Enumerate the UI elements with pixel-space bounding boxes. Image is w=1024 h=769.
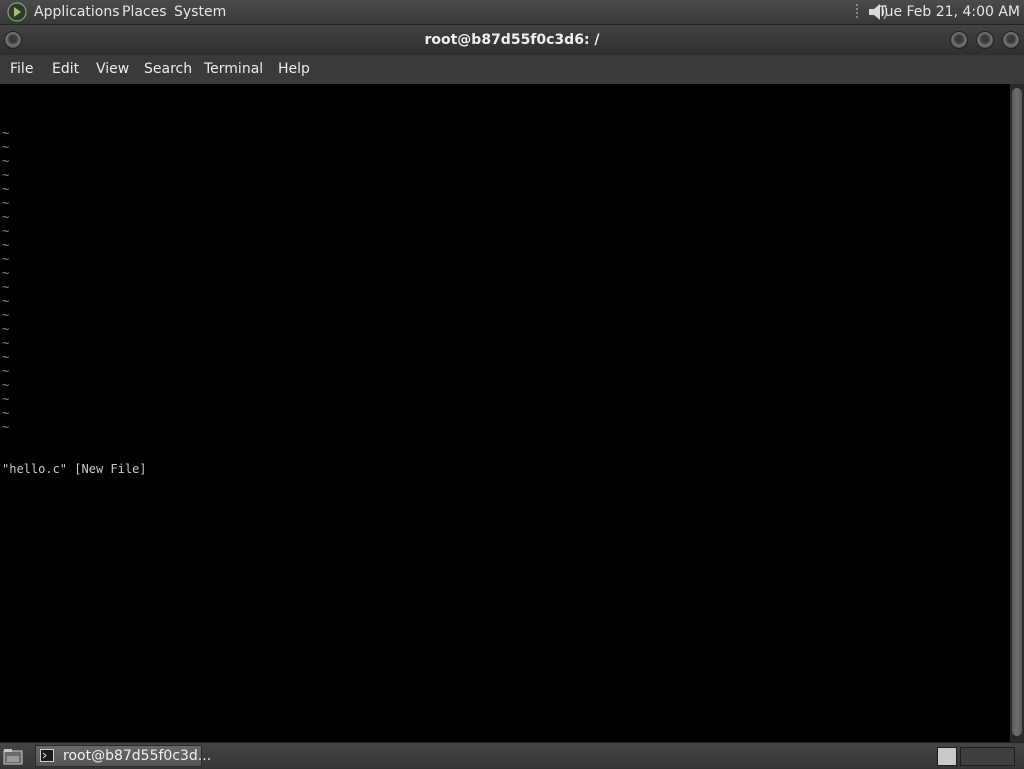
terminal-scrollbar[interactable] [1010, 84, 1024, 742]
empty-line-tilde: ~ [2, 378, 10, 392]
empty-line-tilde: ~ [2, 322, 10, 336]
empty-line-tilde: ~ [2, 140, 10, 154]
empty-line-tilde: ~ [2, 280, 10, 294]
empty-line-tilde: ~ [2, 406, 10, 420]
vim-status-line: "hello.c" [New File] [2, 462, 147, 476]
apps-menu-icon[interactable] [7, 2, 27, 22]
taskbar-window-button[interactable]: root@b87d55f0c3d... [35, 745, 211, 767]
menu-view[interactable]: View [96, 61, 129, 77]
workspace-2[interactable] [960, 747, 1015, 766]
panel-menu-places[interactable]: Places [122, 4, 167, 20]
menu-terminal[interactable]: Terminal [204, 61, 263, 77]
workspace-1[interactable] [937, 747, 957, 766]
empty-line-tilde: ~ [2, 336, 10, 350]
empty-line-tilde: ~ [2, 238, 10, 252]
show-desktop-icon[interactable] [3, 748, 23, 765]
empty-line-tilde: ~ [2, 252, 10, 266]
maximize-button[interactable] [976, 31, 994, 49]
scrollbar-thumb[interactable] [1012, 88, 1022, 736]
minimize-button[interactable] [950, 31, 968, 49]
empty-line-tilde: ~ [2, 364, 10, 378]
vim-buffer: ~ ~ ~ ~ ~ ~ ~ ~ ~ ~ ~ ~ ~ ~ ~ ~ ~ ~ ~ ~ ~ ~ "hello.c" [New Fi… [2, 98, 147, 504]
panel-handle-icon [856, 4, 858, 18]
panel-clock[interactable]: Tue Feb 21, 4:00 AM [878, 4, 1020, 20]
empty-line-tilde: ~ [2, 294, 10, 308]
window-titlebar[interactable]: root@b87d55f0c3d6: / [0, 25, 1024, 55]
menu-help[interactable]: Help [278, 61, 310, 77]
close-button[interactable] [1002, 31, 1020, 49]
top-panel: Applications Places System Tue Feb 21, 4… [0, 0, 1024, 25]
empty-line-tilde: ~ [2, 154, 10, 168]
empty-line-tilde: ~ [2, 168, 10, 182]
taskbar-window-label: root@b87d55f0c3d... [63, 748, 212, 764]
empty-line-tilde: ~ [2, 210, 10, 224]
empty-lines: ~ ~ ~ ~ ~ ~ ~ ~ ~ ~ ~ ~ ~ ~ ~ ~ ~ ~ ~ ~ ~ ~ [2, 126, 147, 434]
empty-line-tilde: ~ [2, 392, 10, 406]
menu-edit[interactable]: Edit [52, 61, 79, 77]
panel-menu-system[interactable]: System [174, 4, 226, 20]
empty-line-tilde: ~ [2, 126, 10, 140]
status-note: [New File] [74, 462, 147, 476]
status-filename: "hello.c" [2, 462, 68, 476]
empty-line-tilde: ~ [2, 196, 10, 210]
empty-line-tilde: ~ [2, 420, 10, 434]
window-title: root@b87d55f0c3d6: / [424, 32, 600, 48]
panel-menu-applications[interactable]: Applications [34, 4, 120, 20]
terminal-area[interactable]: ~ ~ ~ ~ ~ ~ ~ ~ ~ ~ ~ ~ ~ ~ ~ ~ ~ ~ ~ ~ ~ ~ "hello.c" [New Fi… [0, 84, 1010, 742]
empty-line-tilde: ~ [2, 224, 10, 238]
terminal-menubar: File Edit View Search Terminal Help [0, 55, 1024, 84]
empty-line-tilde: ~ [2, 182, 10, 196]
empty-line-tilde: ~ [2, 308, 10, 322]
empty-line-tilde: ~ [2, 350, 10, 364]
terminal-icon [40, 749, 54, 762]
menu-search[interactable]: Search [144, 61, 192, 77]
empty-line-tilde: ~ [2, 266, 10, 280]
menu-file[interactable]: File [10, 61, 33, 77]
bottom-panel: root@b87d55f0c3d... [0, 742, 1024, 769]
